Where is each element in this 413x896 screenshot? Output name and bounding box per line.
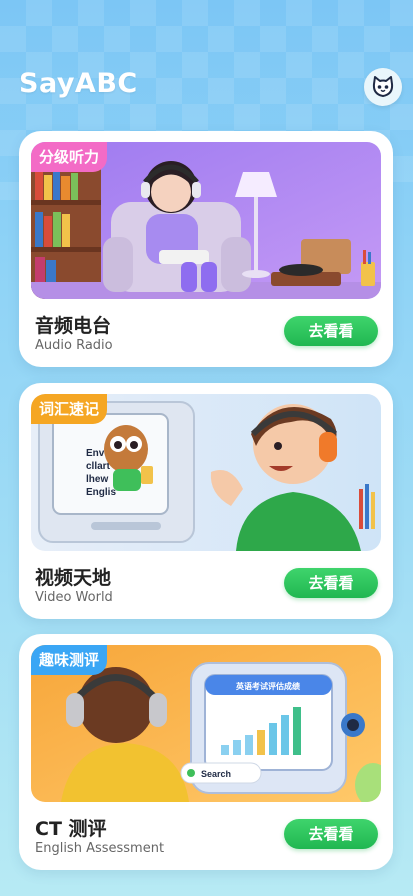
video-world-image: Envv cllart lhew Englis 词汇速记 [31, 394, 381, 551]
svg-text:lhew: lhew [86, 474, 108, 485]
tag-fun-assessment: 趣味测评 [31, 645, 108, 675]
ct-assessment-image: 英语考试评估成绩 Search 趣味测评 [31, 645, 381, 802]
audio-radio-image: 分级听力 [31, 142, 381, 299]
svg-text:英语考试评估成绩: 英语考试评估成绩 [235, 681, 300, 691]
go-see-button[interactable]: 去看看 [284, 568, 378, 598]
app-logo: SayABC [19, 68, 138, 99]
go-see-button[interactable]: 去看看 [284, 819, 378, 849]
profile-button[interactable] [364, 68, 402, 106]
card-ct-assessment[interactable]: 英语考试评估成绩 Search 趣味测评 CT 测评 English Asses… [19, 634, 393, 870]
card-title: 音频电台 [35, 315, 112, 337]
svg-text:Search: Search [201, 769, 231, 779]
svg-text:Englis: Englis [86, 487, 116, 498]
svg-text:cllart: cllart [86, 461, 111, 472]
card-subtitle: English Assessment [35, 841, 165, 856]
card-title: CT 测评 [35, 818, 107, 840]
card-audio-radio[interactable]: 分级听力 音频电台 Audio Radio 去看看 [19, 131, 393, 367]
card-subtitle: Audio Radio [35, 338, 113, 353]
app-header: SayABC [0, 62, 413, 112]
card-video-world[interactable]: Envv cllart lhew Englis 词汇速记 视频天地 Video … [19, 383, 393, 619]
tag-vocab-memorize: 词汇速记 [31, 394, 108, 424]
card-title: 视频天地 [35, 567, 112, 589]
card-subtitle: Video World [35, 590, 113, 605]
go-see-button[interactable]: 去看看 [284, 316, 378, 346]
tag-graded-listening: 分级听力 [31, 142, 108, 172]
cat-face-icon [371, 76, 395, 98]
